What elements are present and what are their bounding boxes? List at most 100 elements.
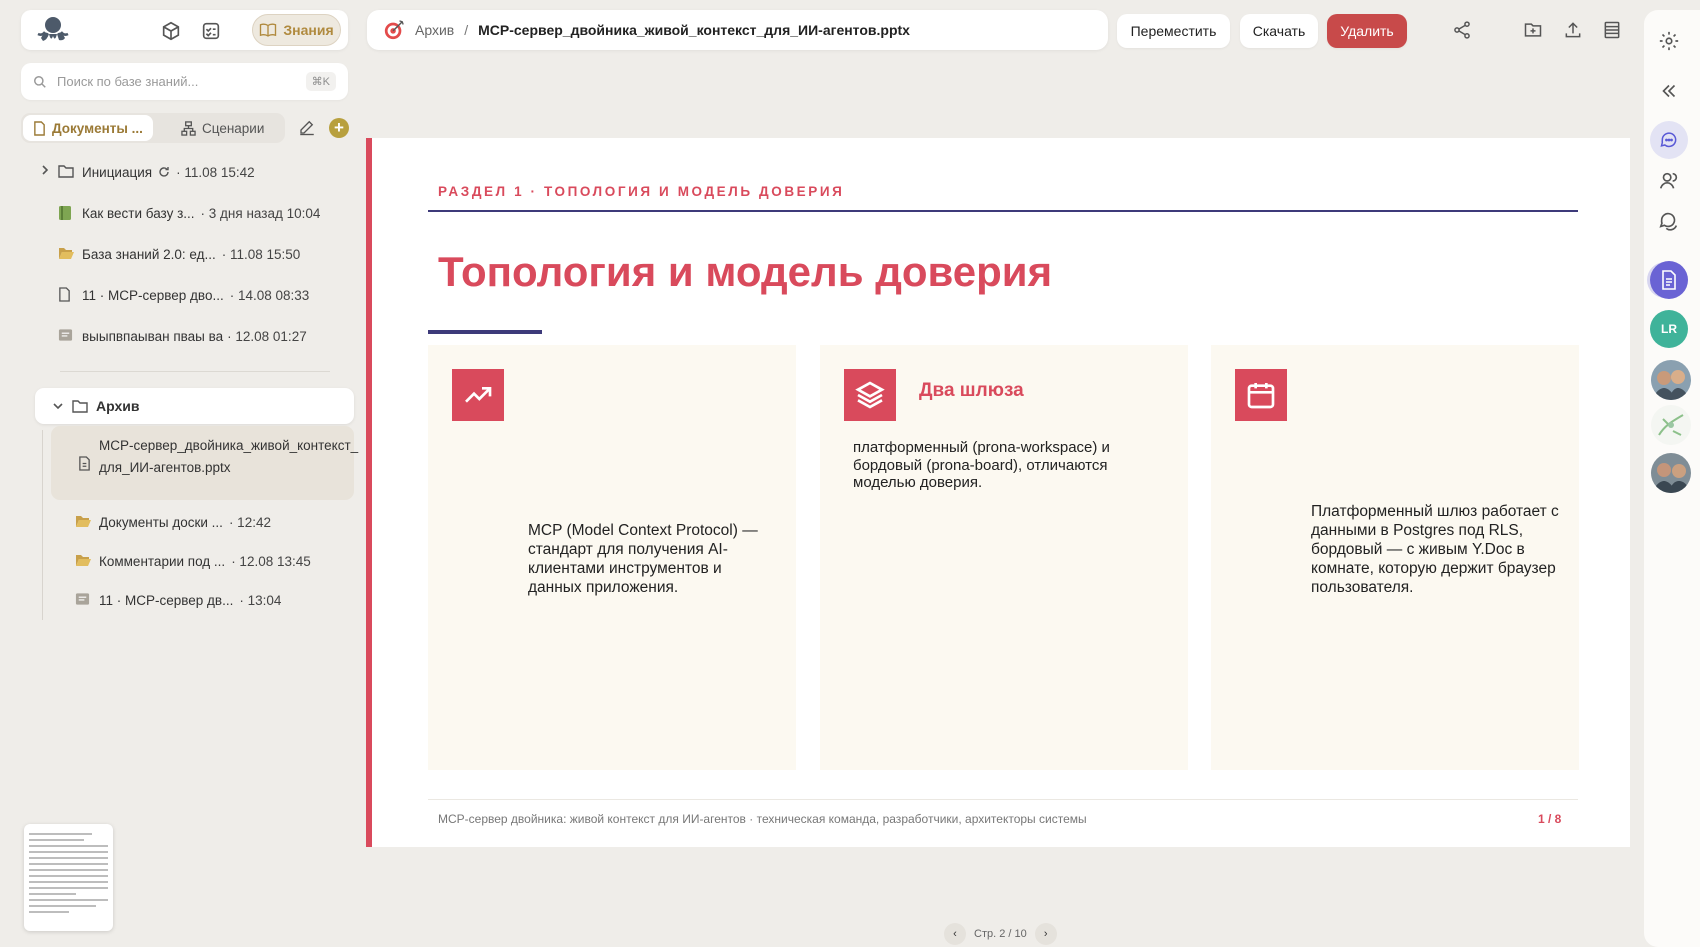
tree-item-label: Документы доски ... — [99, 514, 223, 530]
tree-item-label: 11 · MCP-сервер дв... — [99, 592, 234, 608]
avatar-initials: LR — [1661, 322, 1677, 336]
chevron-down-icon[interactable] — [52, 401, 64, 411]
checklist-icon[interactable] — [200, 20, 222, 42]
layers-icon — [844, 369, 896, 421]
document-panel-button[interactable] — [1650, 261, 1688, 299]
add-button[interactable]: + — [329, 118, 349, 138]
breadcrumb-separator: / — [464, 22, 469, 38]
folder-open-icon — [75, 553, 91, 569]
folder-open-icon — [75, 514, 91, 530]
cube-icon[interactable] — [160, 20, 182, 42]
search-icon — [33, 75, 47, 89]
divider — [428, 799, 1578, 800]
search-input[interactable]: Поиск по базе знаний... ⌘K — [21, 63, 348, 100]
card-text: Платформенный шлюз работает с данными в … — [1311, 503, 1559, 596]
document-icon — [78, 456, 92, 472]
tree-item-label: выыпвпаыван пваы ва — [82, 328, 224, 344]
avatar[interactable] — [1651, 453, 1691, 493]
note-icon — [75, 592, 91, 608]
octopus-logo-icon[interactable] — [33, 14, 73, 46]
share-icon[interactable] — [1452, 20, 1474, 42]
tree-item-label: Как вести базу з... — [82, 205, 195, 221]
slide-title: Топология и модель доверия — [438, 248, 1053, 295]
card-heading: Два шлюза — [919, 380, 1024, 401]
prev-page-button[interactable]: ‹ — [944, 923, 966, 945]
info-card: MCP (Model Context Protocol) — стандарт … — [428, 345, 796, 770]
tree-item-meta: · 11.08 15:50 — [221, 246, 301, 262]
calendar-icon — [1235, 369, 1287, 421]
chevron-right-icon[interactable] — [40, 164, 50, 180]
tree-item-label: База знаний 2.0: ед... — [82, 246, 216, 262]
selected-file-label: MCP-сервер_двойника_живой_контекст_для_И… — [99, 438, 359, 475]
breadcrumb-parent[interactable]: Архив — [415, 22, 454, 38]
folder-icon — [72, 399, 88, 413]
tree-item-label: Комментарии под ... — [99, 553, 226, 569]
app-toolbar: Знания — [21, 10, 348, 50]
tree-item-mcp-note[interactable]: 11 · MCP-сервер дв... · 13:04 — [75, 587, 281, 613]
title-underline — [428, 330, 542, 334]
folder-add-icon[interactable] — [1523, 20, 1545, 42]
target-icon — [383, 19, 405, 41]
tree-item-label: Инициация — [82, 164, 153, 180]
edit-icon[interactable] — [298, 118, 318, 138]
avatar[interactable] — [1651, 360, 1691, 400]
slide-kicker: РАЗДЕЛ 1 · ТОПОЛОГИЯ И МОДЕЛЬ ДОВЕРИЯ — [438, 184, 845, 199]
delete-button[interactable]: Удалить — [1327, 14, 1407, 48]
folder-icon — [58, 164, 74, 180]
collapse-icon[interactable] — [1658, 80, 1682, 104]
tree-item-kb2[interactable]: База знаний 2.0: ед... · 11.08 15:50 — [58, 241, 300, 267]
users-icon[interactable] — [1658, 170, 1682, 194]
note-icon — [58, 328, 74, 344]
breadcrumb-filename: MCP-сервер_двойника_живой_контекст_для_И… — [478, 22, 910, 38]
flow-icon — [181, 120, 196, 136]
tab-documents[interactable]: Документы ... — [23, 115, 153, 141]
upload-icon[interactable] — [1563, 20, 1585, 42]
knowledge-button[interactable]: Знания — [252, 14, 341, 46]
avatar[interactable]: LR — [1650, 310, 1688, 348]
tree-item-meta: · 13:04 — [239, 592, 282, 608]
book-icon — [58, 205, 74, 221]
tab-scenarios[interactable]: Сценарии — [171, 115, 274, 141]
info-card: Два шлюза платформенный (prona-workspace… — [820, 345, 1188, 770]
tab-scenarios-label: Сценарии — [202, 120, 265, 136]
download-button[interactable]: Скачать — [1240, 14, 1318, 48]
page-thumbnail[interactable] — [24, 824, 113, 931]
tree-guide-line — [42, 430, 43, 620]
tree-item-mcp-doc[interactable]: 11 · MCP-сервер дво... · 14.08 08:33 — [58, 282, 309, 308]
avatar[interactable] — [1651, 405, 1691, 445]
tree-item-how-to[interactable]: Как вести базу з... · 3 дня назад 10:04 — [58, 200, 320, 226]
page-label: Стр. 2 / 10 — [974, 928, 1027, 940]
tree-item-note[interactable]: выыпвпаыван пваы ва · 12.08 01:27 — [58, 323, 307, 349]
tree-item-meta: · 12.08 13:45 — [231, 553, 311, 569]
search-placeholder: Поиск по базе знаний... — [57, 74, 199, 89]
sync-icon — [158, 166, 170, 178]
tab-documents-label: Документы ... — [52, 120, 143, 136]
tree-item-meta: · 11.08 15:42 — [176, 164, 255, 180]
tree-item-meta: · 14.08 08:33 — [229, 287, 310, 303]
document-icon — [33, 120, 46, 136]
tree-item-comments[interactable]: Комментарии под ... · 12.08 13:45 — [75, 548, 311, 574]
chat-button[interactable] — [1650, 121, 1688, 159]
divider — [60, 371, 330, 372]
trending-up-icon — [452, 369, 504, 421]
tree-item-initiation[interactable]: Инициация · 11.08 15:42 — [40, 159, 255, 185]
gear-icon[interactable] — [1658, 30, 1682, 54]
search-shortcut: ⌘K — [305, 72, 336, 91]
comments-icon[interactable] — [1658, 210, 1682, 234]
tree-item-selected-file[interactable]: MCP-сервер_двойника_живой_контекст_для_И… — [51, 426, 358, 500]
archive-label: Архив — [96, 398, 140, 414]
tree-item-meta: · 12.08 01:27 — [227, 328, 307, 344]
layout-icon[interactable] — [1602, 20, 1624, 42]
pager: ‹ Стр. 2 / 10 › — [944, 923, 1057, 945]
tree-item-archive[interactable]: Архив — [35, 388, 354, 424]
folder-open-icon — [58, 246, 74, 262]
next-page-button[interactable]: › — [1034, 923, 1057, 945]
chat-icon — [1659, 130, 1679, 150]
document-icon — [58, 287, 74, 303]
sidebar-tabs: Документы ... Сценарии — [21, 113, 285, 143]
tree-item-board-docs[interactable]: Документы доски ... · 12:42 — [75, 509, 271, 535]
tree-item-meta: · 12:42 — [228, 514, 271, 530]
breadcrumb: Архив / MCP-сервер_двойника_живой_контек… — [367, 10, 1108, 50]
card-text: MCP (Model Context Protocol) — стандарт … — [528, 522, 758, 596]
move-button[interactable]: Переместить — [1117, 14, 1230, 48]
